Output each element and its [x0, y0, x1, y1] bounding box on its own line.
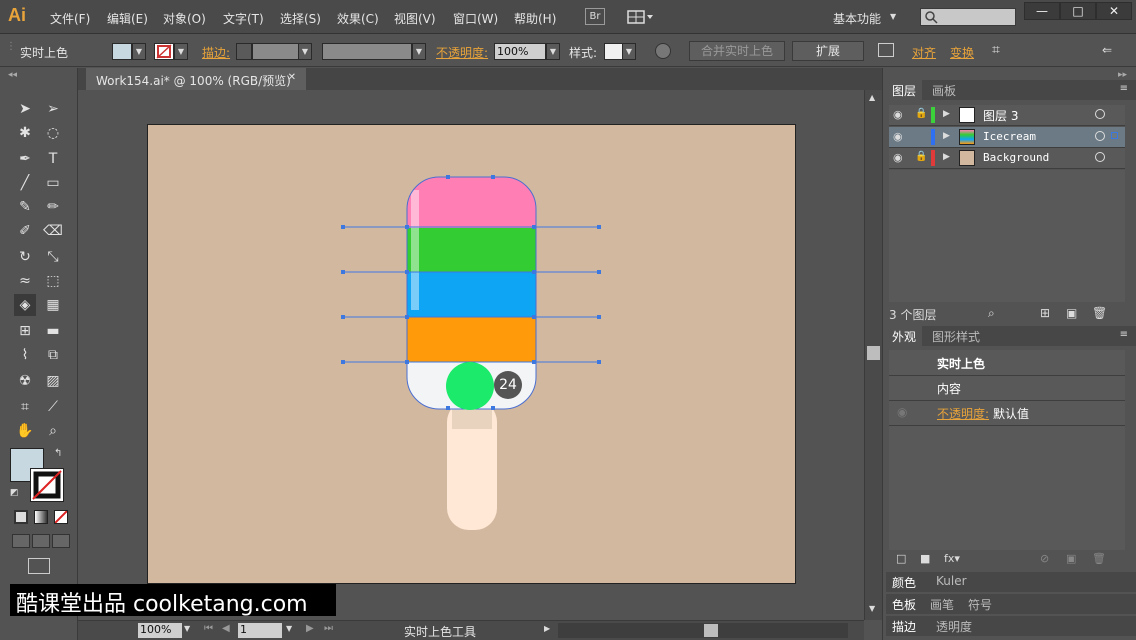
lock-icon[interactable]: 🔒 — [915, 151, 927, 162]
layer-row-3[interactable]: ◉ 🔒 ▶ 图层 3 — [889, 105, 1125, 126]
panel-collapse-icon[interactable]: ▸▸ — [1118, 70, 1127, 80]
expand-arrow-icon[interactable]: ▶ — [943, 109, 950, 119]
layer-color-bar — [931, 107, 935, 123]
tab-stroke[interactable]: 描边 — [886, 616, 922, 636]
pink-band — [407, 177, 536, 229]
appearance-content-row[interactable]: 内容 — [889, 376, 1125, 401]
tab-graphic-styles[interactable]: 图形样式 — [926, 326, 986, 346]
prev-artboard-icon[interactable]: ◀ — [222, 623, 230, 634]
tab-transparency[interactable]: 透明度 — [930, 616, 978, 636]
add-fill-icon[interactable]: ■ — [920, 552, 930, 565]
add-stroke-icon[interactable]: □ — [896, 552, 906, 565]
hscroll-thumb[interactable] — [704, 624, 718, 637]
visibility-eye-icon[interactable]: ◉ — [893, 130, 903, 143]
status-bar: 100% ▼ ⏮ ◀ 1 ▼ ▶ ⏭ 实时上色工具 ▶ — [78, 620, 864, 640]
tab-appearance[interactable]: 外观 — [886, 326, 923, 346]
locate-object-icon[interactable]: ⌕ — [988, 306, 995, 321]
new-layer-icon[interactable]: ▣ — [1066, 306, 1077, 320]
layer-name[interactable]: Background — [983, 151, 1049, 164]
orange-band — [407, 317, 536, 363]
status-tool-text: 实时上色工具 — [404, 625, 477, 639]
swatches-tab-bar: 色板 画笔 符号 — [886, 594, 1136, 614]
tab-color[interactable]: 颜色 — [886, 572, 922, 592]
layer-thumbnail — [959, 150, 975, 166]
highlight — [411, 190, 419, 310]
horizontal-scrollbar[interactable] — [558, 623, 848, 638]
tab-swatches[interactable]: 色板 — [886, 594, 922, 614]
expand-arrow-icon[interactable]: ▶ — [943, 152, 950, 162]
layer-row-icecream[interactable]: ◉ ▶ Icecream — [889, 127, 1125, 148]
target-icon[interactable] — [1095, 131, 1105, 141]
layer-color-bar — [931, 129, 935, 145]
green-circle — [446, 362, 494, 410]
target-icon[interactable] — [1095, 152, 1105, 162]
visibility-eye-icon[interactable]: ◉ — [893, 151, 903, 164]
layer-row-background[interactable]: ◉ 🔒 ▶ Background — [889, 148, 1125, 169]
layer-thumbnail — [959, 129, 975, 145]
layers-tab-bar: 图层 画板 ≡ — [886, 80, 1136, 100]
next-artboard-icon[interactable]: ▶ — [306, 623, 314, 634]
last-artboard-icon[interactable]: ⏭ — [324, 623, 333, 634]
artboard-dropdown-icon[interactable]: ▼ — [286, 624, 292, 633]
layer-thumbnail — [959, 107, 975, 123]
layer-count: 3 个图层 — [889, 308, 937, 322]
expand-arrow-icon[interactable]: ▶ — [943, 131, 950, 141]
clear-appearance-icon[interactable]: ⊘ — [1040, 552, 1049, 565]
new-sublayer-icon[interactable]: ⊞ — [1040, 306, 1050, 320]
layer-name[interactable]: 图层 3 — [983, 107, 1018, 124]
layer-name[interactable]: Icecream — [983, 130, 1036, 143]
color-tab-bar: 颜色 Kuler — [886, 572, 1136, 592]
blue-band — [407, 272, 536, 318]
count-badge: 24 — [499, 377, 517, 393]
appearance-opacity-label[interactable]: 不透明度: — [937, 405, 989, 422]
duplicate-item-icon[interactable]: ▣ — [1066, 552, 1076, 565]
scroll-down-icon[interactable]: ▼ — [869, 604, 875, 613]
layers-list-empty-area — [889, 170, 1125, 302]
status-menu-icon[interactable]: ▶ — [544, 624, 550, 633]
appearance-title-row: 实时上色 — [889, 350, 1125, 376]
vertical-scrollbar[interactable]: ▲ ▼ — [864, 90, 882, 620]
selection-indicator[interactable] — [1111, 132, 1118, 139]
scroll-up-icon[interactable]: ▲ — [869, 93, 875, 102]
stroke-tab-bar: 描边 透明度 — [886, 616, 1136, 636]
layer-color-bar — [931, 150, 935, 166]
appearance-list: 实时上色 内容 ◉ 不透明度: 默认值 — [889, 350, 1125, 550]
layers-panel-menu-icon[interactable]: ≡ — [1120, 83, 1128, 94]
target-icon[interactable] — [1095, 109, 1105, 119]
tab-symbols[interactable]: 符号 — [962, 594, 998, 614]
tab-brushes[interactable]: 画笔 — [924, 594, 960, 614]
tab-layers[interactable]: 图层 — [886, 80, 923, 100]
appearance-content-label: 内容 — [937, 382, 962, 396]
tab-artboards[interactable]: 画板 — [926, 80, 962, 100]
scroll-thumb[interactable] — [867, 346, 880, 360]
artboard-number-input[interactable]: 1 — [238, 623, 282, 638]
delete-item-icon[interactable]: 🗑 — [1092, 552, 1106, 565]
visibility-eye-icon[interactable]: ◉ — [893, 108, 903, 121]
delete-layer-icon[interactable]: 🗑 — [1092, 306, 1107, 320]
appearance-title: 实时上色 — [937, 357, 986, 371]
tab-kuler[interactable]: Kuler — [930, 572, 973, 592]
zoom-dropdown-icon[interactable]: ▼ — [184, 624, 190, 633]
watermark: 酷课堂出品 coolketang.com — [10, 584, 336, 617]
zoom-input[interactable]: 100% — [138, 623, 182, 638]
appearance-opacity-row[interactable]: ◉ 不透明度: 默认值 — [889, 401, 1125, 426]
appearance-tab-bar: 外观 图形样式 ≡ — [886, 326, 1136, 346]
appearance-opacity-value: 默认值 — [993, 407, 1030, 421]
add-effect-icon[interactable]: fx▾ — [944, 552, 960, 565]
first-artboard-icon[interactable]: ⏮ — [204, 623, 213, 634]
appearance-panel-menu-icon[interactable]: ≡ — [1120, 329, 1128, 340]
lock-icon[interactable]: 🔒 — [915, 108, 927, 119]
visibility-eye-icon[interactable]: ◉ — [897, 405, 907, 419]
green-band — [407, 228, 536, 273]
